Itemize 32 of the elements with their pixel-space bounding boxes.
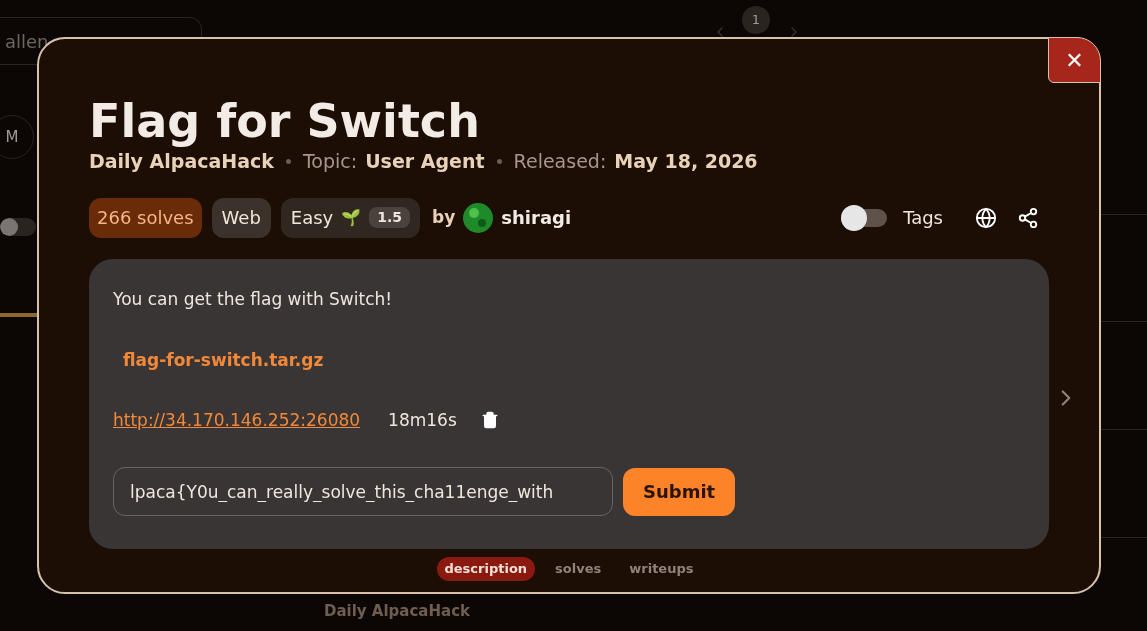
tags-label: Tags bbox=[903, 206, 943, 230]
card-category: Daily AlpacaHack bbox=[324, 601, 471, 622]
description-text: You can get the flag with Switch! bbox=[113, 287, 394, 311]
background-slider[interactable] bbox=[0, 218, 36, 236]
slider-thumb[interactable] bbox=[0, 218, 18, 236]
tab[interactable]: writeups bbox=[621, 556, 702, 581]
author-name[interactable]: shiragi bbox=[501, 204, 572, 231]
tab[interactable]: solves bbox=[547, 556, 610, 581]
meta-text: May 18, 2026 bbox=[614, 149, 758, 174]
category-badge: Web bbox=[211, 197, 271, 238]
page-number[interactable]: 1 bbox=[742, 6, 770, 34]
instance-timer: 18m16s bbox=[388, 408, 457, 432]
tab[interactable]: description bbox=[436, 556, 536, 581]
flag-input[interactable]: lpaca{Y0u_can_really_solve_this_cha11enge_with bbox=[113, 467, 613, 516]
share-icon[interactable] bbox=[1017, 206, 1039, 229]
avatar-icon bbox=[463, 202, 494, 233]
attachment-link[interactable]: flag-for-switch.tar.gz bbox=[123, 348, 324, 374]
difficulty-score: 1.5 bbox=[369, 207, 411, 228]
instance-link[interactable]: http://34.170.146.252:26080 bbox=[113, 407, 361, 433]
language-icon[interactable] bbox=[975, 206, 997, 229]
meta-text: Topic: bbox=[302, 149, 358, 174]
meta-text: User Agent bbox=[365, 149, 485, 174]
delete-icon[interactable] bbox=[480, 411, 499, 430]
by-label: by bbox=[432, 205, 456, 229]
close-button[interactable]: ✕ bbox=[1048, 37, 1101, 83]
sprout-icon: 🌱 bbox=[341, 205, 362, 230]
meta-text: Released: bbox=[513, 149, 607, 174]
meta-text: Daily AlpacaHack bbox=[89, 149, 274, 174]
difficulty-label: Easy bbox=[290, 206, 334, 230]
solves-badge: 266 solves bbox=[89, 197, 202, 238]
submit-button[interactable]: Submit bbox=[623, 467, 736, 516]
challenge-title: Flag for Switch bbox=[89, 93, 481, 149]
